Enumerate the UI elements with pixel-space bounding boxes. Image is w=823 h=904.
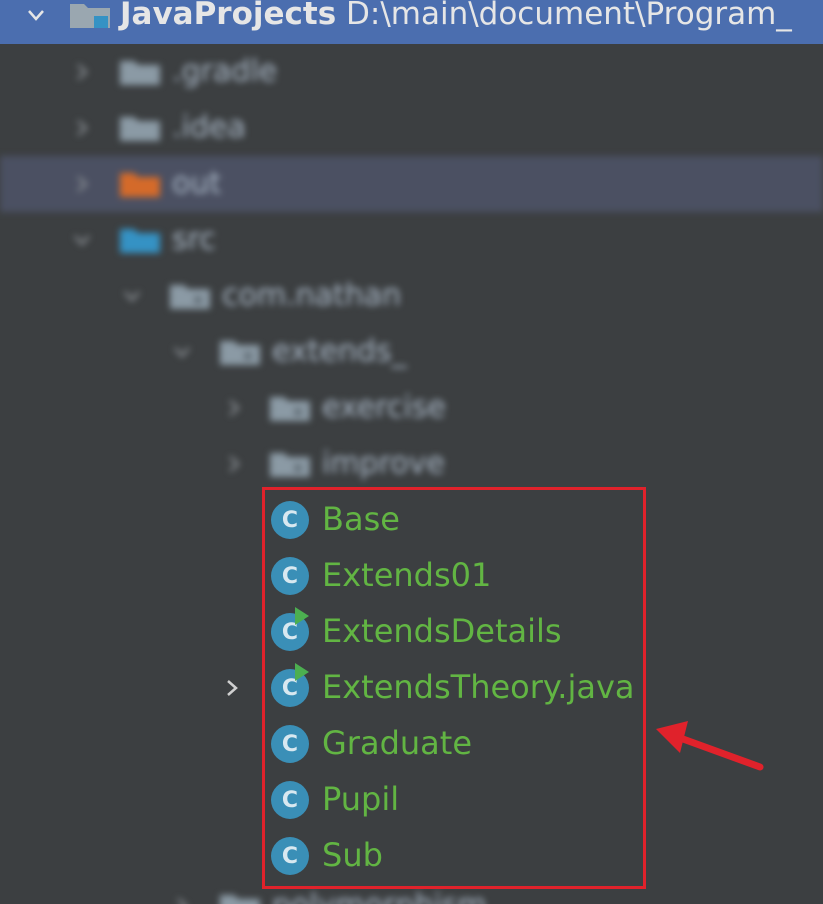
tree-item-package[interactable]: com.nathan [0, 268, 823, 324]
tree-item-out[interactable]: out [0, 156, 823, 212]
chevron-right-icon[interactable] [68, 114, 96, 142]
tree-item-label: .idea [172, 110, 246, 145]
tree-item-label: com.nathan [222, 278, 402, 313]
highlight-box [262, 487, 646, 889]
package-icon [268, 393, 312, 423]
folder-icon [118, 57, 162, 87]
package-icon [218, 891, 262, 904]
tree-item-label: .gradle [172, 54, 278, 89]
chevron-down-icon[interactable] [118, 282, 146, 310]
tree-item-label: src [172, 222, 216, 257]
annotation-arrow-icon [656, 721, 764, 771]
tree-item-exercise[interactable]: exercise [0, 380, 823, 436]
project-root-row[interactable]: JavaProjects D:\main\document\Program_ [0, 0, 823, 44]
chevron-right-icon[interactable] [220, 394, 248, 422]
project-path: D:\main\document\Program_ [346, 0, 792, 32]
folder-icon [118, 113, 162, 143]
tree-item-src[interactable]: src [0, 212, 823, 268]
chevron-down-icon[interactable] [22, 1, 50, 29]
tree-item-extends[interactable]: extends_ [0, 324, 823, 380]
project-tree: JavaProjects D:\main\document\Program_ .… [0, 0, 823, 904]
chevron-right-icon[interactable] [68, 58, 96, 86]
tree-item-improve[interactable]: improve [0, 436, 823, 492]
chevron-down-icon[interactable] [68, 226, 96, 254]
package-icon [218, 337, 262, 367]
chevron-right-icon[interactable] [68, 170, 96, 198]
tree-item-gradle[interactable]: .gradle [0, 44, 823, 100]
tree-item-label: exercise [322, 390, 446, 425]
package-icon [268, 449, 312, 479]
chevron-right-icon[interactable] [218, 674, 246, 702]
project-name: JavaProjects [120, 0, 337, 32]
excluded-folder-icon [118, 169, 162, 199]
chevron-right-icon[interactable] [168, 892, 196, 904]
chevron-down-icon[interactable] [168, 338, 196, 366]
tree-item-label: improve [322, 446, 445, 481]
project-folder-icon [68, 0, 112, 30]
tree-item-label: polymorphism [272, 888, 487, 904]
tree-item-idea[interactable]: .idea [0, 100, 823, 156]
package-icon [168, 281, 212, 311]
source-folder-icon [118, 225, 162, 255]
chevron-right-icon[interactable] [220, 450, 248, 478]
tree-item-label: extends_ [272, 334, 407, 369]
tree-item-label: out [172, 166, 222, 201]
